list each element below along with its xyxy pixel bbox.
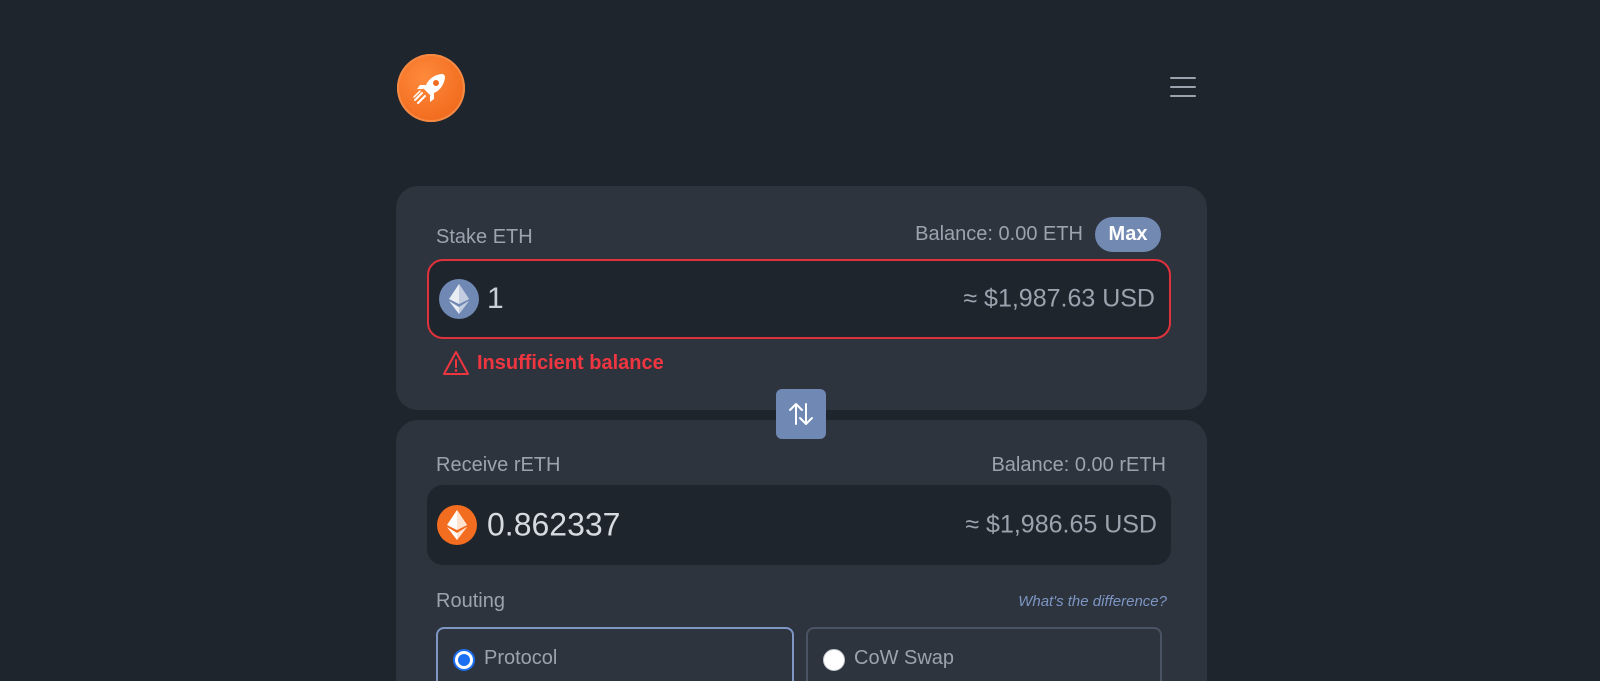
receive-balance: Balance: 0.00 rETH [991,454,1166,476]
rocketpool-logo[interactable] [397,54,465,122]
stake-label: Stake ETH [436,226,533,248]
routing-help-link[interactable]: What's the difference? [1018,593,1167,610]
eth-icon [439,279,479,319]
stake-card: Stake ETH Balance: 0.00 ETH Max ≈ $1,987… [396,186,1207,410]
receive-card: Receive rETH Balance: 0.00 rETH 0.862337… [396,420,1207,681]
swap-arrows-icon [789,403,813,425]
radio-protocol[interactable] [453,649,475,671]
route-option-label: CoW Swap [854,647,955,669]
route-option-label: Protocol [484,647,558,669]
receive-usd-value: ≈ $1,986.65 USD [965,510,1157,539]
receive-amount: 0.862337 [487,506,621,543]
hamburger-menu-icon[interactable] [1170,77,1196,97]
staking-page: Stake ETH Balance: 0.00 ETH Max ≈ $1,987… [0,0,1600,681]
rocket-icon [413,74,445,104]
receive-amount-field: 0.862337 ≈ $1,986.65 USD [427,485,1171,565]
routing-label: Routing [436,590,505,612]
stake-balance: Balance: 0.00 ETH [915,223,1083,245]
menu-bar [1170,86,1196,88]
menu-bar [1170,95,1196,97]
stake-usd-value: ≈ $1,987.63 USD [963,284,1155,313]
swap-direction-button[interactable] [776,389,826,439]
receive-label: Receive rETH [436,454,561,476]
stake-amount-input[interactable] [487,282,907,316]
error-message: Insufficient balance [442,350,664,376]
route-option-cow-swap[interactable]: CoW Swap [806,627,1162,681]
route-option-protocol[interactable]: Protocol [436,627,794,681]
stake-amount-field[interactable]: ≈ $1,987.63 USD [427,259,1171,339]
menu-bar [1170,77,1196,79]
error-text: Insufficient balance [477,351,664,374]
warning-icon [443,351,469,375]
radio-cow-swap[interactable] [823,649,845,671]
max-button[interactable]: Max [1095,217,1161,252]
reth-icon [437,505,477,545]
